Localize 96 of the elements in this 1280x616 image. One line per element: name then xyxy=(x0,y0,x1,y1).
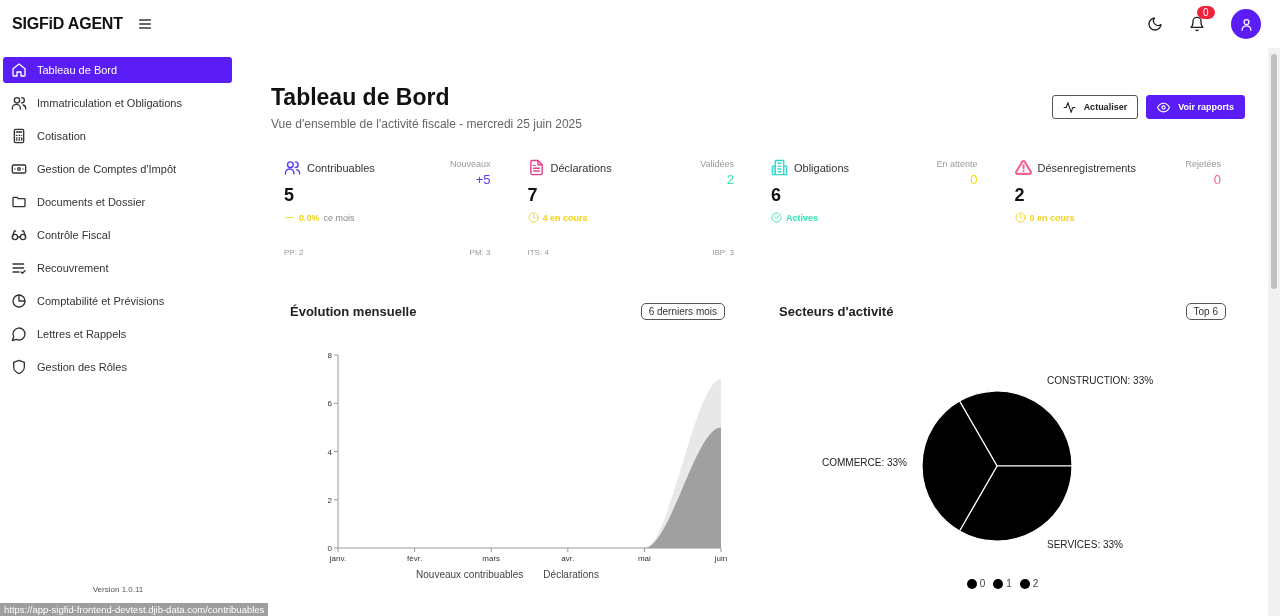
card-title: Déclarations xyxy=(550,161,612,174)
warning-icon xyxy=(1014,159,1032,176)
status-note: ce mois xyxy=(323,212,355,223)
axis-label: 4 xyxy=(327,447,332,457)
stat-value: 0 xyxy=(1213,172,1221,187)
status-url: https://app-sigfid-frontend-devtest.djib-data.com/contribuables xyxy=(0,603,269,616)
clock-icon xyxy=(1014,212,1026,223)
building-icon xyxy=(771,159,788,176)
range-badge[interactable]: 6 derniers mois xyxy=(640,303,725,320)
legend-label: 1 xyxy=(1006,578,1012,589)
sidebar-item[interactable]: Contrôle Fiscal xyxy=(3,222,232,248)
pie-label: CONSTRUCTION: 33% xyxy=(1047,374,1154,386)
notifications-button[interactable] xyxy=(1189,16,1205,32)
sidebar-item[interactable]: Tableau de Bord xyxy=(3,57,232,83)
menu-icon xyxy=(136,16,153,32)
refresh-button[interactable]: Actualiser xyxy=(1051,95,1139,119)
page-subtitle: Vue d'ensemble de l'activité fiscale - mercredi 25 juin 2025 xyxy=(271,117,582,131)
axis-label: 0 xyxy=(327,544,332,553)
bell-icon xyxy=(1189,16,1205,32)
legend-dot xyxy=(993,578,1004,589)
sidebar-item[interactable]: Immatriculation et Obligations xyxy=(3,90,232,116)
users-icon xyxy=(284,159,301,176)
stat-value: 2 xyxy=(726,172,734,187)
shield-icon xyxy=(11,359,27,375)
axis-label: 2 xyxy=(327,495,332,505)
menu-button[interactable] xyxy=(136,16,153,32)
chat-icon xyxy=(11,326,27,342)
activity-icon xyxy=(1062,100,1076,114)
legend-label: 0 xyxy=(979,578,986,589)
sidebar-item[interactable]: Recouvrement xyxy=(3,255,232,281)
footer-stat: PP: 2 xyxy=(284,248,304,257)
document-icon xyxy=(527,159,545,176)
axis-label: 6 xyxy=(327,399,332,409)
footer-stat: ITS: 4 xyxy=(527,248,549,257)
page-title: Tableau de Bord xyxy=(271,84,451,111)
app-title: SIGFiD AGENT xyxy=(12,15,123,33)
status-text: Actives xyxy=(786,212,819,223)
axis-label: févr. xyxy=(407,554,423,563)
stat-label: Nouveaux xyxy=(449,159,491,169)
axis-label: 8 xyxy=(327,351,332,360)
sidebar-item[interactable]: Comptabilité et Prévisions xyxy=(3,288,232,314)
stat-label: Validées xyxy=(700,159,734,169)
eye-icon xyxy=(1157,100,1171,114)
stat-number: 5 xyxy=(284,185,295,206)
legend-item: Déclarations xyxy=(543,569,599,580)
stat-value: 0 xyxy=(970,172,978,187)
legend-dot xyxy=(966,578,977,589)
pie-label: SERVICES: 33% xyxy=(1047,539,1123,551)
axis-label: mars xyxy=(482,554,501,563)
stat-number: 2 xyxy=(1014,185,1026,206)
calculator-icon xyxy=(11,128,27,144)
axis-label: janv. xyxy=(329,554,347,563)
stat-number: 7 xyxy=(527,185,539,206)
notification-badge: 0 xyxy=(1197,6,1215,19)
chart-title: Évolution mensuelle xyxy=(290,304,417,319)
axis-label: avr. xyxy=(561,554,575,563)
legend-item: Nouveaux contribuables xyxy=(416,569,524,580)
card-title: Contribuables xyxy=(307,161,375,174)
clock-icon xyxy=(527,212,539,223)
glasses-icon xyxy=(11,227,27,243)
stat-number: 6 xyxy=(771,185,782,206)
folder-icon xyxy=(11,194,27,210)
scrollbar[interactable] xyxy=(1268,48,1280,616)
pie-icon xyxy=(11,293,27,309)
moon-icon xyxy=(1147,16,1163,32)
chart-title: Secteurs d'activité xyxy=(779,304,894,319)
sidebar-item[interactable]: Gestion de Comptes d'Impôt xyxy=(3,156,232,182)
status-text: 0.0% xyxy=(299,212,320,223)
stat-label: Rejetées xyxy=(1185,159,1221,169)
status-text: 0 en cours xyxy=(1029,212,1075,223)
status-text: 4 en cours xyxy=(542,212,588,223)
axis-label: juin xyxy=(714,554,728,563)
sidebar-item[interactable]: Lettres et Rappels xyxy=(3,321,232,347)
card-title: Obligations xyxy=(794,161,850,174)
axis-label: mai xyxy=(637,554,651,563)
sidebar-item[interactable]: Gestion des Rôles xyxy=(3,354,232,380)
legend-label: 2 xyxy=(1032,578,1039,589)
stat-value: +5 xyxy=(475,172,491,187)
theme-button[interactable] xyxy=(1147,16,1163,32)
sidebar-item[interactable]: Cotisation xyxy=(3,123,232,149)
card-title: Désenregistrements xyxy=(1037,161,1136,174)
sidebar-item[interactable]: Documents et Dossier xyxy=(3,189,232,215)
check-circle-icon xyxy=(771,212,782,223)
footer-stat: IBP: 3 xyxy=(712,248,734,257)
pie-label: COMMERCE: 33% xyxy=(822,457,907,468)
reports-button[interactable]: Voir rapports xyxy=(1146,95,1245,119)
range-badge[interactable]: Top 6 xyxy=(1185,303,1226,320)
list-check-icon xyxy=(11,260,27,276)
footer-stat: PM: 3 xyxy=(469,248,491,257)
banknote-icon xyxy=(11,161,27,177)
home-icon xyxy=(11,62,27,78)
legend-dot xyxy=(1019,578,1030,589)
stat-label: En attente xyxy=(936,159,978,169)
version-label: Version 1.0.11 xyxy=(91,585,145,594)
user-avatar[interactable] xyxy=(1231,9,1261,39)
users-icon xyxy=(11,95,27,111)
